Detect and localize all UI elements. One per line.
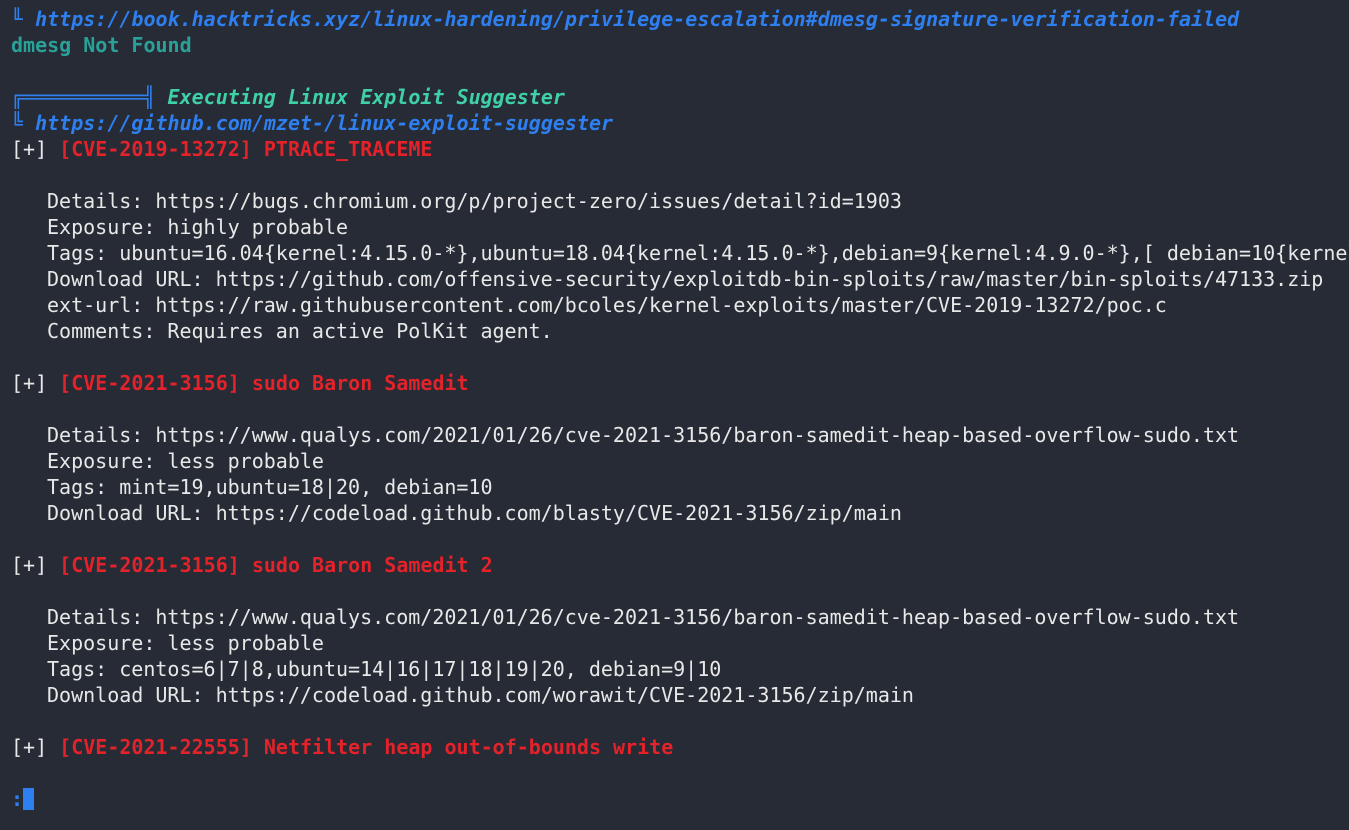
cve-exturl-line: ext-url: https://raw.githubusercontent.c… — [47, 293, 1167, 317]
cve-marker: [+] — [11, 137, 48, 161]
cve-heading: [+] [CVE-2021-3156] sudo Baron Samedit 2 — [0, 552, 1349, 578]
cve-title: [CVE-2021-3156] sudo Baron Samedit — [59, 371, 469, 395]
cve-exposure-line: Exposure: less probable — [47, 631, 324, 655]
text-cursor — [23, 788, 35, 810]
tree-connector: ╚ — [11, 111, 36, 135]
cve-exposure-line: Exposure: highly probable — [47, 215, 349, 239]
cve-tags-line: Tags: mint=19,ubuntu=18|20, debian=10 — [47, 475, 493, 499]
cve-detail-line: Details: https://bugs.chromium.org/p/pro… — [47, 189, 902, 213]
hacktricks-link[interactable]: https://book.hacktricks.xyz/linux-harden… — [35, 7, 1239, 31]
pager-prompt: : — [11, 787, 24, 811]
cve-detail-line: Details: https://www.qualys.com/2021/01/… — [47, 423, 1240, 447]
cve-exposure-line: Exposure: less probable — [47, 449, 324, 473]
cve-title: [CVE-2021-3156] sudo Baron Samedit 2 — [59, 553, 493, 577]
cve-heading: [+] [CVE-2021-22555] Netfilter heap out-… — [0, 734, 1349, 760]
cve-download-line: Download URL: https://github.com/offensi… — [47, 267, 1324, 291]
dmesg-status-line: dmesg Not Found — [0, 32, 1349, 58]
cve-heading: [+] [CVE-2021-3156] sudo Baron Samedit — [0, 370, 1349, 396]
cve-comments-line: Comments: Requires an active PolKit agen… — [47, 319, 553, 343]
cve-marker: [+] — [11, 735, 48, 759]
pager-prompt-line[interactable]: : — [0, 786, 1349, 812]
section-link-line: ╚ https://github.com/mzet-/linux-exploit… — [0, 110, 1349, 136]
cve-marker: [+] — [11, 553, 48, 577]
cve-download-line: Download URL: https://codeload.github.co… — [47, 501, 902, 525]
cve-tags-line: Tags: ubuntu=16.04{kernel:4.15.0-*},ubun… — [47, 241, 1349, 265]
cve-heading: [+] [CVE-2019-13272] PTRACE_TRACEME — [0, 136, 1349, 162]
cve-title: [CVE-2019-13272] PTRACE_TRACEME — [59, 137, 433, 161]
cve-title: [CVE-2021-22555] Netfilter heap out-of-b… — [59, 735, 674, 759]
section-box-drawing: ╔══════════╣ — [11, 85, 168, 109]
cve-marker: [+] — [11, 371, 48, 395]
les-github-link[interactable]: https://github.com/mzet-/linux-exploit-s… — [35, 111, 613, 135]
header-link-line: ╙ https://book.hacktricks.xyz/linux-hard… — [0, 6, 1349, 32]
tree-connector: ╙ — [11, 7, 36, 31]
terminal-window[interactable]: ╙ https://book.hacktricks.xyz/linux-hard… — [0, 0, 1349, 830]
section-title: Executing Linux Exploit Suggester — [167, 85, 565, 109]
cve-download-line: Download URL: https://codeload.github.co… — [47, 683, 914, 707]
section-header: ╔══════════╣ Executing Linux Exploit Sug… — [0, 84, 1349, 110]
cve-detail-line: Details: https://www.qualys.com/2021/01/… — [47, 605, 1240, 629]
cve-tags-line: Tags: centos=6|7|8,ubuntu=14|16|17|18|19… — [47, 657, 722, 681]
dmesg-status: dmesg Not Found — [11, 33, 192, 57]
